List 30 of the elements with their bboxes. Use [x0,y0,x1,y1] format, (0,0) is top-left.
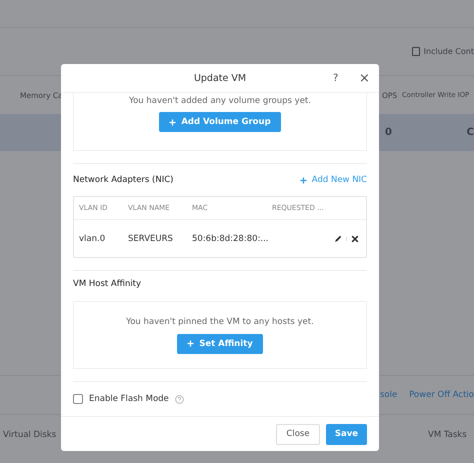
table-cell: C [466,127,474,138]
tab[interactable]: VM Tasks [428,430,467,440]
empty-message: You haven't pinned the VM to any hosts yet. [126,316,314,327]
help-icon[interactable] [174,394,184,404]
checkbox[interactable] [412,47,420,56]
help-button[interactable]: ? [333,72,338,84]
checkbox-label: Enable Flash Mode [89,394,169,404]
plus-icon [300,176,307,184]
add-nic-link[interactable]: Add New NIC [300,175,367,186]
checkbox-label: Include Cont [424,47,474,56]
checkbox[interactable] [73,394,83,404]
table-cell-text: 0 [385,127,393,138]
plus-icon [187,340,194,348]
save-button[interactable]: Save [326,424,367,445]
table-cell-text: 50:6b:8d:28:80:... [192,234,270,244]
delete-icon[interactable] [351,234,359,243]
close-button[interactable]: Close [276,424,320,445]
pencil-icon[interactable] [334,234,342,243]
link[interactable]: sole [380,390,410,400]
section-title: VM Host Affinity [73,279,142,290]
section-title: Network Adapters (NIC) [73,175,174,186]
table-cell-text: vlan.0 [79,234,106,244]
plus-icon [169,118,176,126]
close-button[interactable]: × [359,70,370,86]
empty-message: You haven't added any volume groups yet. [129,96,311,106]
set-affinity-button[interactable]: Set Affinity [177,334,263,354]
link[interactable]: Power Off Actio [409,390,474,400]
table-cell-text: SERVEURS [128,234,174,244]
add-volume-group-button[interactable]: Add Volume Group [159,112,281,132]
dialog-title: Update VM [194,72,246,84]
